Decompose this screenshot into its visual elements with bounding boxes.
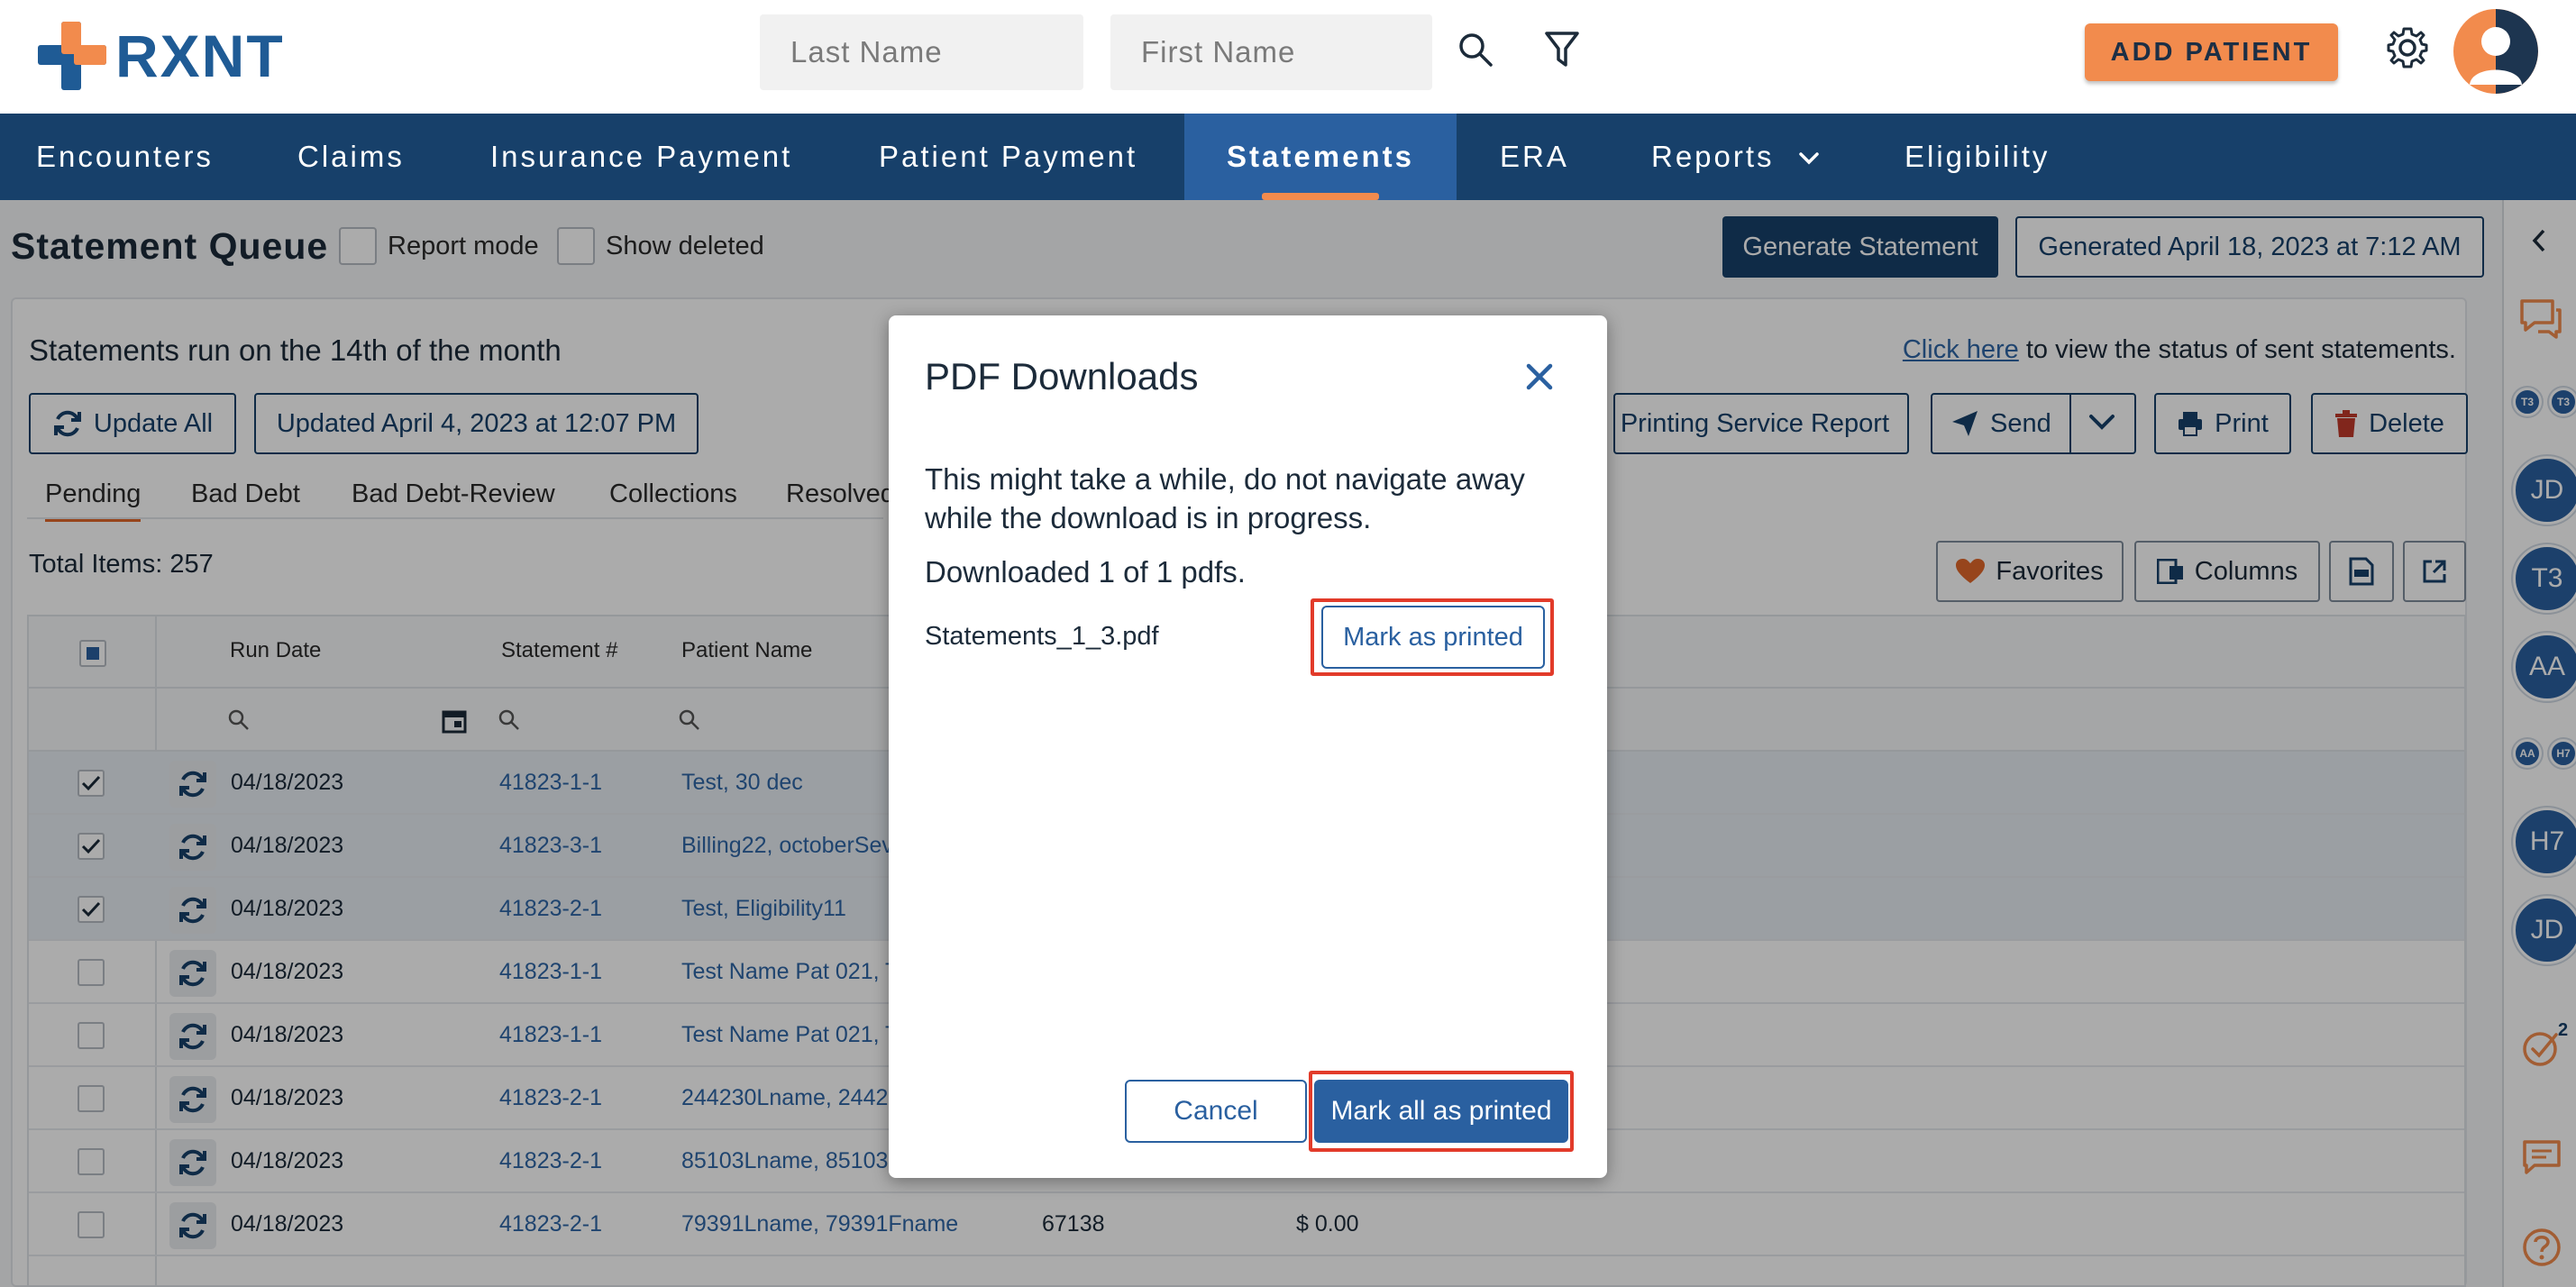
logo-text: RXNT — [115, 23, 285, 89]
rxnt-logo[interactable]: RXNT — [38, 20, 285, 92]
pdf-file-name: Statements_1_3.pdf — [925, 622, 1159, 651]
first-name-input[interactable] — [1110, 14, 1432, 90]
search-icon[interactable] — [1453, 27, 1498, 72]
cancel-button[interactable]: Cancel — [1125, 1080, 1307, 1143]
close-icon[interactable] — [1520, 357, 1559, 397]
mark-all-as-printed-button[interactable]: Mark all as printed — [1314, 1080, 1568, 1143]
nav-reports-label: Reports — [1651, 140, 1775, 173]
mark-as-printed-button[interactable]: Mark as printed — [1321, 606, 1545, 669]
last-name-input[interactable] — [760, 14, 1083, 90]
modal-message: This might take a while, do not navigate… — [925, 462, 1525, 534]
nav-eligibility[interactable]: Eligibility — [1905, 114, 2050, 200]
nav-patient-payment[interactable]: Patient Payment — [879, 114, 1137, 200]
modal-title: PDF Downloads — [925, 355, 1199, 397]
top-header: RXNT ADD PATIENT — [0, 0, 2576, 114]
main-nav: Encounters Claims Insurance Payment Pati… — [0, 114, 2576, 200]
user-avatar[interactable] — [2453, 9, 2538, 94]
add-patient-button[interactable]: ADD PATIENT — [2085, 23, 2338, 81]
nav-reports[interactable]: Reports — [1651, 114, 1820, 200]
download-count: Downloaded 1 of 1 pdfs. — [925, 555, 1246, 589]
pdf-downloads-modal: PDF Downloads This might take a while, d… — [889, 315, 1607, 1178]
rxnt-cross-icon — [38, 22, 106, 90]
nav-statements[interactable]: Statements — [1184, 114, 1457, 200]
chevron-down-icon — [1798, 152, 1819, 165]
gear-icon[interactable] — [2385, 25, 2430, 70]
nav-claims[interactable]: Claims — [297, 114, 405, 200]
filter-icon[interactable] — [1539, 27, 1585, 72]
nav-insurance-payment[interactable]: Insurance Payment — [490, 114, 792, 200]
nav-era[interactable]: ERA — [1500, 114, 1569, 200]
nav-encounters[interactable]: Encounters — [36, 114, 214, 200]
